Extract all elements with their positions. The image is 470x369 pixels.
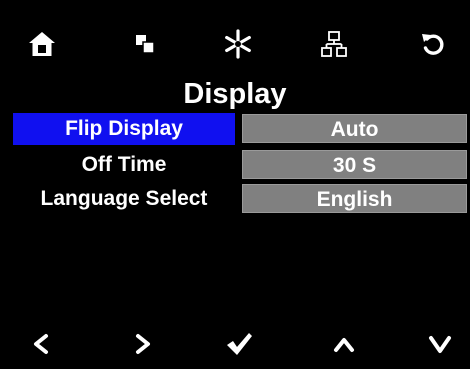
setting-value[interactable]: Auto bbox=[242, 114, 467, 143]
copy-icon[interactable] bbox=[127, 26, 163, 62]
setting-value[interactable]: English bbox=[242, 184, 467, 213]
top-toolbar bbox=[0, 0, 470, 80]
setting-row-off-time[interactable]: Off Time 30 S bbox=[0, 149, 470, 181]
right-arrow-icon[interactable] bbox=[126, 327, 160, 361]
setting-value[interactable]: 30 S bbox=[242, 150, 467, 179]
setting-label[interactable]: Flip Display bbox=[13, 113, 235, 145]
setting-label[interactable]: Language Select bbox=[13, 183, 235, 215]
asterisk-icon[interactable] bbox=[220, 26, 256, 62]
down-arrow-icon[interactable] bbox=[423, 327, 457, 361]
up-arrow-icon[interactable] bbox=[327, 327, 361, 361]
setting-row-flip-display[interactable]: Flip Display Auto bbox=[0, 113, 470, 145]
setting-label[interactable]: Off Time bbox=[13, 149, 235, 181]
network-icon[interactable] bbox=[316, 26, 352, 62]
bottom-toolbar bbox=[0, 325, 470, 369]
left-arrow-icon[interactable] bbox=[24, 327, 58, 361]
setting-row-language-select[interactable]: Language Select English bbox=[0, 183, 470, 215]
home-icon[interactable] bbox=[24, 26, 60, 62]
checkmark-icon[interactable] bbox=[222, 327, 256, 361]
page-title: Display bbox=[183, 78, 287, 110]
undo-icon[interactable] bbox=[415, 26, 451, 62]
